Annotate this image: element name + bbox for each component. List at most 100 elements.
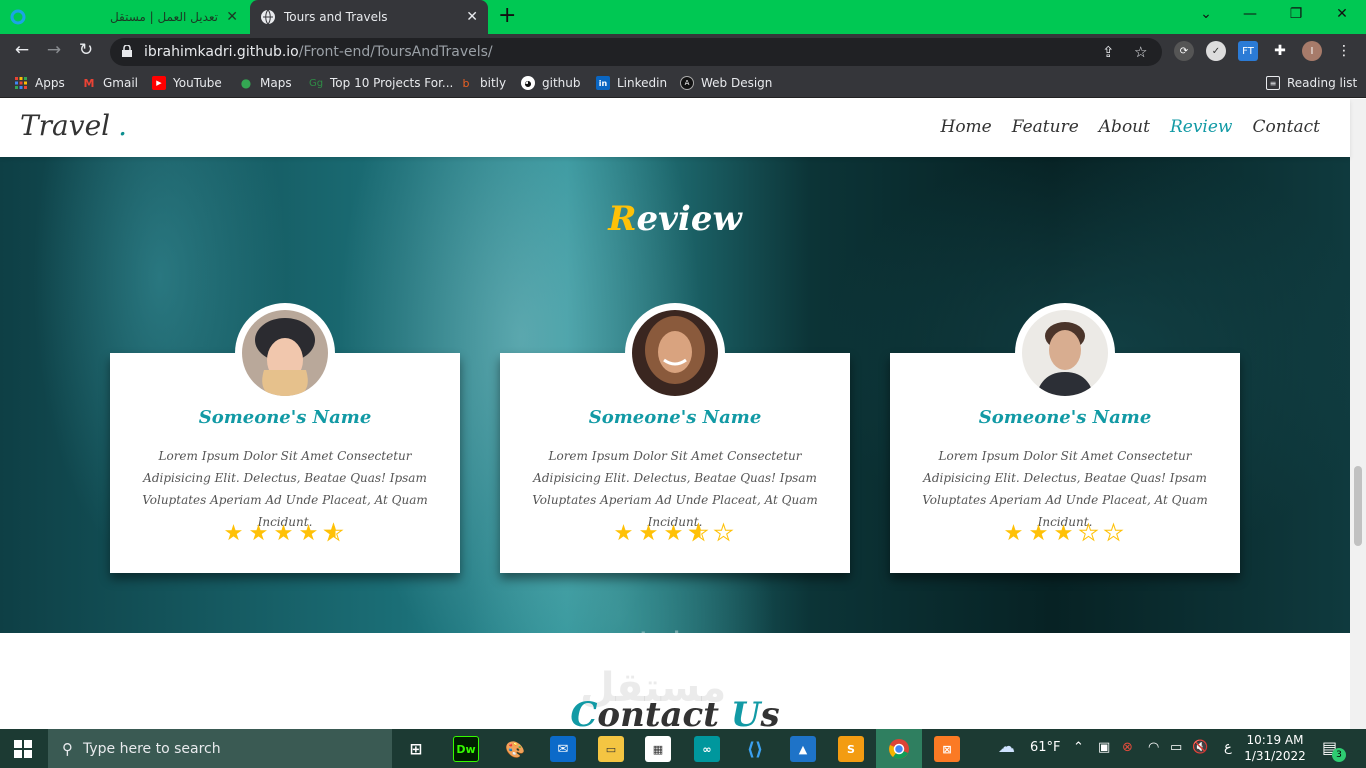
sublime-icon[interactable]: S bbox=[838, 736, 864, 762]
avatar-ring bbox=[625, 303, 725, 403]
taskbar-clock[interactable]: 10:19 AM 1/31/2022 bbox=[1240, 732, 1310, 764]
bookmark-maps[interactable]: ● Maps bbox=[239, 76, 292, 90]
arduino-icon[interactable]: ∞ bbox=[694, 736, 720, 762]
paint-icon[interactable]: 🎨 bbox=[502, 736, 528, 762]
star-rating: ★ ★ ★ ★ ★ bbox=[110, 521, 460, 547]
extension-icon[interactable]: FT bbox=[1238, 41, 1258, 61]
tab-close-icon[interactable]: ✕ bbox=[226, 9, 238, 25]
clock-time: 10:19 AM bbox=[1246, 733, 1304, 747]
nav-contact[interactable]: Contact bbox=[1252, 117, 1320, 137]
bookmark-label: Top 10 Projects For... bbox=[330, 76, 454, 90]
bookmark-linkedin[interactable]: in Linkedin bbox=[596, 76, 667, 90]
youtube-icon: ▶ bbox=[152, 76, 166, 90]
tab-label: تعديل العمل | مستقل bbox=[109, 10, 218, 24]
star-half-icon: ★ bbox=[323, 521, 347, 547]
nav-feature[interactable]: Feature bbox=[1012, 117, 1079, 137]
review-text: Lorem Ipsum Dolor Sit Amet Consectetur A… bbox=[142, 449, 428, 529]
review-section: Review Someone's Name Lorem Ipsum Dolor … bbox=[0, 157, 1350, 633]
vscode-icon[interactable]: ⟨⟩ bbox=[742, 736, 768, 762]
bookmark-label: Web Design bbox=[701, 76, 773, 90]
star-full-icon: ★ bbox=[223, 521, 247, 546]
extension-icon[interactable]: ✓ bbox=[1206, 41, 1226, 61]
star-full-icon: ★ bbox=[273, 521, 297, 546]
reading-list-icon: ≡ bbox=[1266, 76, 1280, 90]
restore-button[interactable]: ❐ bbox=[1276, 6, 1316, 22]
geeks-icon: Gg bbox=[308, 77, 324, 89]
explorer-icon[interactable]: ▭ bbox=[598, 736, 624, 762]
reload-button[interactable]: ↻ bbox=[74, 40, 98, 60]
xampp-icon[interactable]: ⊠ bbox=[934, 736, 960, 762]
extension-icon[interactable]: ⟳ bbox=[1174, 41, 1194, 61]
address-bar[interactable]: ibrahimkadri.github.io/Front-end/ToursAn… bbox=[110, 38, 1162, 66]
windows-start-icon[interactable] bbox=[14, 740, 32, 758]
site-logo[interactable]: Travel. bbox=[20, 109, 127, 142]
heading-rest: eview bbox=[636, 199, 742, 239]
heading-end: s bbox=[760, 695, 780, 729]
bookmark-label: YouTube bbox=[173, 76, 222, 90]
bookmark-webdesign[interactable]: A Web Design bbox=[680, 76, 772, 90]
input-language[interactable]: ع bbox=[1224, 740, 1232, 755]
store-icon[interactable]: ▦ bbox=[645, 736, 671, 762]
battery-icon[interactable]: ▭ bbox=[1170, 740, 1182, 755]
star-full-icon: ★ bbox=[663, 521, 687, 546]
mail-icon[interactable]: ✉ bbox=[550, 736, 576, 762]
bookmark-top10[interactable]: Gg Top 10 Projects For... bbox=[309, 76, 453, 90]
star-full-icon: ★ bbox=[613, 521, 637, 546]
weather-temp[interactable]: 61°F bbox=[1030, 740, 1061, 755]
gmail-icon: M bbox=[83, 76, 95, 90]
puzzle-icon[interactable]: ✚ bbox=[1270, 41, 1290, 61]
search-icon: ⚲ bbox=[62, 739, 73, 758]
new-tab-button[interactable]: + bbox=[498, 5, 516, 27]
tab-search-chevron-icon[interactable]: ⌄ bbox=[1186, 6, 1226, 22]
reviewer-name: Someone's Name bbox=[978, 407, 1152, 428]
tab-close-icon[interactable]: ✕ bbox=[466, 9, 478, 25]
github-icon: ◕ bbox=[521, 76, 535, 90]
star-full-icon: ★ bbox=[1053, 521, 1077, 546]
star-empty-icon: ★ bbox=[1078, 521, 1102, 547]
heading-initial: U bbox=[730, 695, 761, 729]
photos-icon[interactable]: ▲ bbox=[790, 736, 816, 762]
taskbar-search[interactable]: ⚲ Type here to search bbox=[48, 729, 392, 768]
nav-about[interactable]: About bbox=[1099, 117, 1150, 137]
page-scrollbar[interactable] bbox=[1350, 99, 1366, 729]
dreamweaver-icon[interactable]: Dw bbox=[453, 736, 479, 762]
back-button[interactable]: ← bbox=[10, 40, 34, 60]
bookmark-gmail[interactable]: M Gmail bbox=[82, 76, 139, 90]
task-view-icon[interactable]: ⊞ bbox=[403, 736, 429, 762]
logo-text: Travel bbox=[20, 109, 111, 142]
reviewer-name: Someone's Name bbox=[588, 407, 762, 428]
tab-tours[interactable]: Tours and Travels ✕ bbox=[250, 0, 488, 34]
review-text: Lorem Ipsum Dolor Sit Amet Consectetur A… bbox=[532, 449, 818, 529]
wifi-icon[interactable]: ◠ bbox=[1148, 740, 1159, 755]
share-icon[interactable]: ⇪ bbox=[1102, 43, 1115, 61]
profile-avatar[interactable]: I bbox=[1302, 41, 1322, 61]
close-window-button[interactable]: ✕ bbox=[1322, 6, 1362, 22]
scrollbar-thumb[interactable] bbox=[1354, 466, 1362, 546]
heading-initial: C bbox=[570, 695, 598, 729]
bookmark-apps[interactable]: Apps bbox=[14, 76, 65, 90]
bookmark-youtube[interactable]: ▶ YouTube bbox=[152, 76, 222, 90]
review-text: Lorem Ipsum Dolor Sit Amet Consectetur A… bbox=[922, 449, 1208, 529]
bookmark-bitly[interactable]: b bitly bbox=[459, 76, 507, 90]
meet-icon[interactable]: ▣ bbox=[1098, 740, 1110, 755]
url-host: ibrahimkadri.github.io bbox=[144, 44, 299, 60]
avatar bbox=[242, 310, 328, 396]
chrome-icon[interactable] bbox=[886, 736, 912, 762]
tab-mostaql[interactable]: تعديل العمل | مستقل ✕ bbox=[0, 0, 248, 34]
nav-home[interactable]: Home bbox=[941, 117, 992, 137]
star-full-icon: ★ bbox=[1003, 521, 1027, 546]
bookmark-github[interactable]: ◕ github bbox=[521, 76, 580, 90]
weather-icon[interactable]: ☁ bbox=[998, 737, 1015, 757]
browser-toolbar: ← → ↻ ibrahimkadri.github.io/Front-end/T… bbox=[0, 34, 1366, 70]
tray-chevron-icon[interactable]: ⌃ bbox=[1073, 740, 1084, 755]
bookmark-star-icon[interactable]: ☆ bbox=[1134, 43, 1147, 61]
minimize-button[interactable]: — bbox=[1230, 6, 1270, 22]
menu-kebab-icon[interactable]: ⋮ bbox=[1334, 41, 1354, 61]
forward-button[interactable]: → bbox=[42, 40, 66, 60]
security-icon[interactable]: ⊗ bbox=[1122, 740, 1133, 755]
main-nav: Home Feature About Review Contact bbox=[941, 117, 1321, 137]
bookmark-label: Linkedin bbox=[617, 76, 668, 90]
volume-mute-icon[interactable]: 🔇 bbox=[1192, 740, 1208, 755]
reading-list-button[interactable]: ≡ Reading list bbox=[1266, 76, 1357, 90]
nav-review[interactable]: Review bbox=[1170, 117, 1233, 137]
